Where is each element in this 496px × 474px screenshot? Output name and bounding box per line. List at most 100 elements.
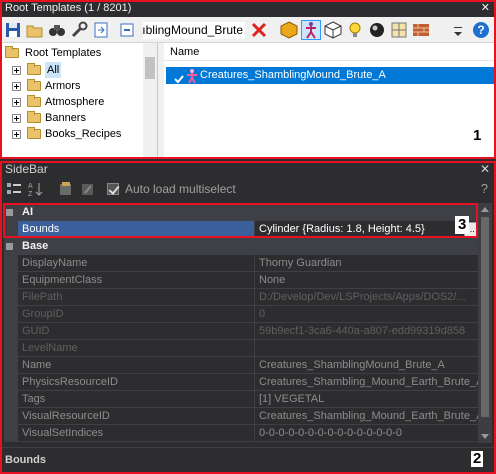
save-icon[interactable] [4, 21, 22, 39]
sidebar-toolbar: AZ Auto load multiselect ? [0, 178, 496, 200]
expand-icon[interactable] [12, 66, 21, 75]
open-folder-icon[interactable] [26, 21, 44, 39]
collapse-icon[interactable] [118, 21, 136, 39]
scrollbar-thumb[interactable] [481, 217, 489, 417]
scroll-down-icon[interactable] [481, 434, 489, 439]
tree-scrollbar[interactable] [143, 43, 157, 157]
category-ai[interactable]: AI [4, 204, 478, 221]
folder-icon [27, 79, 41, 91]
annotation-badge-1: 1 [471, 127, 484, 144]
property-row-levelname[interactable]: LevelName [4, 340, 478, 357]
tree-item-all[interactable]: All [1, 62, 144, 78]
property-key: Name [18, 357, 254, 374]
property-row-name[interactable]: Name Creatures_ShamblingMound_Brute_A [4, 357, 478, 374]
auto-load-checkbox[interactable] [107, 183, 119, 195]
property-key: DisplayName [18, 255, 254, 272]
expand-icon[interactable] [12, 130, 21, 139]
property-key: VisualSetIndices [18, 425, 254, 442]
close-icon[interactable]: ✕ [480, 161, 490, 178]
template-list[interactable]: Name Creatures_ShamblingMound_Brute_A [164, 43, 494, 157]
categorized-view-icon[interactable] [6, 181, 22, 197]
property-value[interactable]: None [254, 272, 478, 289]
property-row-tags[interactable]: Tags [1] VEGETAL [4, 391, 478, 408]
property-value[interactable]: Thorny Guardian [254, 255, 478, 272]
properties-page-icon[interactable] [58, 181, 74, 197]
property-grid-scrollbar[interactable] [478, 203, 492, 443]
root-templates-toolbar: ıblingMound_Brute ? [0, 17, 496, 43]
sort-alphabetical-icon[interactable]: AZ [27, 181, 43, 197]
expand-icon[interactable] [12, 114, 21, 123]
property-row-physicsresourceid[interactable]: PhysicsResourceID Creatures_Shambling_Mo… [4, 374, 478, 391]
scrollbar-thumb[interactable] [145, 57, 155, 79]
toolbar-overflow-icon[interactable] [452, 25, 464, 39]
folder-icon [27, 111, 41, 123]
help-icon[interactable]: ? [472, 21, 490, 39]
property-row-bounds[interactable]: Bounds Cylinder {Radius: 1.8, Height: 4.… [4, 221, 478, 238]
search-input[interactable]: ıblingMound_Brute [142, 21, 246, 40]
tree-item-atmosphere[interactable]: Atmosphere [1, 94, 144, 110]
terrain-icon[interactable] [390, 21, 408, 39]
cube-icon[interactable] [280, 21, 298, 39]
description-title: Bounds [5, 454, 46, 466]
sidebar-panel: SideBar ✕ AZ Auto load multiselect ? AI … [0, 161, 496, 474]
sphere-icon[interactable] [368, 21, 386, 39]
root-templates-panel: Root Templates (1 / 8201) ✕ ıblingMound_… [0, 0, 496, 159]
property-key: GUID [18, 323, 254, 340]
property-value[interactable]: Cylinder {Radius: 1.8, Height: 4.5} [254, 221, 478, 238]
property-value[interactable]: [1] VEGETAL [254, 391, 478, 408]
tree-item-books-recipes[interactable]: Books_Recipes [1, 126, 144, 142]
tree-item-banners[interactable]: Banners [1, 110, 144, 126]
property-row-equipmentclass[interactable]: EquipmentClass None [4, 272, 478, 289]
annotation-badge-2: 2 [471, 450, 484, 467]
property-value[interactable]: Creatures_Shambling_Mound_Earth_Brute_A [254, 374, 478, 391]
property-value: 0 [254, 306, 478, 323]
character-icon [174, 69, 197, 84]
property-row-visualresourceid[interactable]: VisualResourceID Creatures_Shambling_Mou… [4, 408, 478, 425]
expand-icon[interactable] [12, 98, 21, 107]
property-key: Bounds [18, 221, 254, 238]
annotation-badge-3: 3 [455, 216, 470, 234]
property-key: Tags [18, 391, 254, 408]
close-icon[interactable]: ✕ [481, 0, 490, 17]
property-row-displayname[interactable]: DisplayName Thorny Guardian [4, 255, 478, 272]
property-row-visualsetindices[interactable]: VisualSetIndices 0-0-0-0-0-0-0-0-0-0-0-0… [4, 425, 478, 442]
svg-text:?: ? [477, 23, 484, 37]
auto-load-label: Auto load multiselect [125, 182, 236, 196]
property-grid[interactable]: AI Bounds Cylinder {Radius: 1.8, Height:… [4, 203, 478, 443]
events-page-icon[interactable] [80, 181, 96, 197]
help-icon[interactable]: ? [481, 181, 488, 196]
property-value[interactable]: Creatures_Shambling_Mound_Earth_Brute_A [254, 408, 478, 425]
brick-wall-icon[interactable] [412, 21, 430, 39]
property-value[interactable]: 0-0-0-0-0-0-0-0-0-0-0-0-0-0-0 [254, 425, 478, 442]
list-item-selected[interactable]: Creatures_ShamblingMound_Brute_A [166, 67, 494, 84]
svg-text:Z: Z [28, 191, 33, 197]
folder-icon [27, 95, 41, 107]
import-icon[interactable] [92, 21, 110, 39]
root-templates-title: Root Templates (1 / 8201) [5, 2, 132, 14]
column-header-name[interactable]: Name [164, 43, 494, 61]
property-value[interactable]: Creatures_ShamblingMound_Brute_A [254, 357, 478, 374]
category-base[interactable]: Base [4, 238, 478, 255]
property-row-guid[interactable]: GUID 59b9ecf1-3ca6-440a-a807-edd99319d85… [4, 323, 478, 340]
tree-item-armors[interactable]: Armors [1, 78, 144, 94]
template-tree[interactable]: Root Templates All Armors Atmosphere Ban… [1, 43, 158, 157]
item-box-icon[interactable] [324, 21, 342, 39]
character-filter-icon[interactable] [301, 20, 321, 40]
property-key: VisualResourceID [18, 408, 254, 425]
collapse-icon[interactable] [6, 209, 13, 216]
collapse-icon[interactable] [6, 243, 13, 250]
wrench-icon[interactable] [70, 21, 88, 39]
root-templates-title-bar: Root Templates (1 / 8201) ✕ [0, 0, 496, 17]
expand-icon[interactable] [12, 82, 21, 91]
tree-item-root[interactable]: Root Templates [1, 45, 144, 61]
property-value [254, 340, 478, 357]
property-key: LevelName [18, 340, 254, 357]
scroll-up-icon[interactable] [481, 207, 489, 212]
property-value: D:/Develop/Dev/LSProjects/Apps/DOS2/... [254, 289, 478, 306]
clear-search-icon[interactable] [250, 21, 268, 39]
binoculars-icon[interactable] [48, 21, 66, 39]
property-row-filepath[interactable]: FilePath D:/Develop/Dev/LSProjects/Apps/… [4, 289, 478, 306]
description-pane: Bounds [0, 447, 496, 474]
property-row-groupid[interactable]: GroupID 0 [4, 306, 478, 323]
light-bulb-icon[interactable] [346, 21, 364, 39]
